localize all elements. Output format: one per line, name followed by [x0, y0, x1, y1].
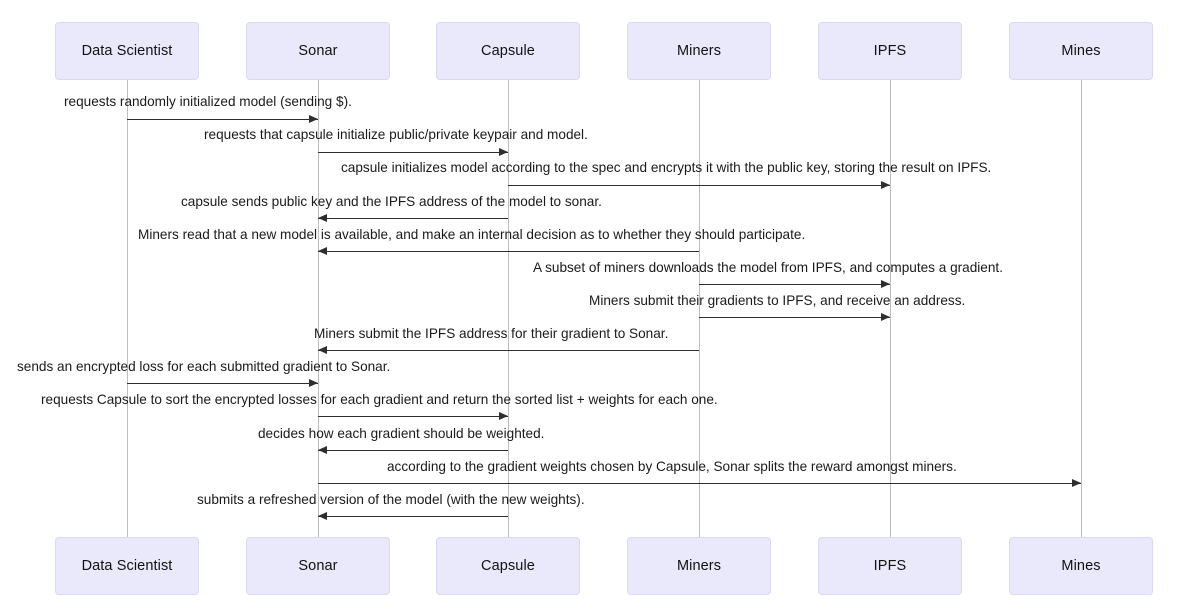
actor-box-bottom-capsule[interactable]: Capsule — [436, 537, 580, 595]
message-label-13: submits a refreshed version of the model… — [197, 492, 585, 507]
message-label-6: A subset of miners downloads the model f… — [533, 260, 1003, 275]
actor-label-data-scientist: Data Scientist — [81, 557, 173, 574]
message-arrowhead-7 — [881, 313, 890, 321]
message-line-10 — [318, 416, 508, 417]
message-line-8 — [318, 350, 699, 351]
message-label-1: requests randomly initialized model (sen… — [64, 94, 352, 109]
message-label-11: decides how each gradient should be weig… — [258, 426, 545, 441]
actor-label-ipfs: IPFS — [873, 557, 907, 574]
message-line-4 — [318, 218, 508, 219]
actor-label-mines: Mines — [1061, 557, 1101, 574]
message-line-1 — [127, 119, 318, 120]
message-label-9: sends an encrypted loss for each submitt… — [17, 359, 391, 374]
message-line-3 — [508, 185, 890, 186]
actor-label-sonar: Sonar — [298, 42, 338, 59]
message-arrowhead-11 — [318, 446, 327, 454]
actor-box-top-ipfs[interactable]: IPFS — [818, 22, 962, 80]
message-line-9 — [127, 383, 318, 384]
message-arrowhead-12 — [1072, 479, 1081, 487]
actor-box-top-miners[interactable]: Miners — [627, 22, 771, 80]
message-arrowhead-5 — [318, 247, 327, 255]
message-label-4: capsule sends public key and the IPFS ad… — [181, 194, 602, 209]
actor-label-mines: Mines — [1061, 42, 1101, 59]
message-label-12: according to the gradient weights chosen… — [387, 459, 957, 474]
message-arrowhead-1 — [309, 115, 318, 123]
actor-box-bottom-ipfs[interactable]: IPFS — [818, 537, 962, 595]
message-line-13 — [318, 516, 508, 517]
actor-label-capsule: Capsule — [481, 557, 535, 574]
message-label-5: Miners read that a new model is availabl… — [138, 227, 806, 242]
actor-label-ipfs: IPFS — [873, 42, 907, 59]
actor-box-bottom-sonar[interactable]: Sonar — [246, 537, 390, 595]
actor-label-miners: Miners — [676, 42, 722, 59]
actor-label-data-scientist: Data Scientist — [81, 42, 173, 59]
actor-box-top-mines[interactable]: Mines — [1009, 22, 1153, 80]
message-arrowhead-13 — [318, 512, 327, 520]
message-arrowhead-9 — [309, 379, 318, 387]
message-line-11 — [318, 450, 508, 451]
message-arrowhead-10 — [499, 412, 508, 420]
message-arrowhead-4 — [318, 214, 327, 222]
actor-box-bottom-miners[interactable]: Miners — [627, 537, 771, 595]
lifeline-mines — [1081, 80, 1082, 537]
message-line-6 — [699, 284, 890, 285]
actor-label-sonar: Sonar — [298, 557, 338, 574]
lifeline-data-scientist — [127, 80, 128, 537]
actor-label-miners: Miners — [676, 557, 722, 574]
message-label-7: Miners submit their gradients to IPFS, a… — [589, 293, 966, 308]
message-label-2: requests that capsule initialize public/… — [204, 127, 588, 142]
actor-box-top-capsule[interactable]: Capsule — [436, 22, 580, 80]
lifeline-sonar — [318, 80, 319, 537]
actor-label-capsule: Capsule — [481, 42, 535, 59]
message-arrowhead-8 — [318, 346, 327, 354]
message-arrowhead-2 — [499, 148, 508, 156]
message-line-12 — [318, 483, 1081, 484]
message-label-10: requests Capsule to sort the encrypted l… — [41, 392, 718, 407]
actor-box-top-sonar[interactable]: Sonar — [246, 22, 390, 80]
actor-box-top-data-scientist[interactable]: Data Scientist — [55, 22, 199, 80]
actor-box-bottom-data-scientist[interactable]: Data Scientist — [55, 537, 199, 595]
sequence-diagram: Data Scientist Sonar Capsule Miners IPFS Mine… — [0, 0, 1200, 610]
message-label-3: capsule initializes model according to t… — [341, 160, 992, 175]
message-label-8: Miners submit the IPFS address for their… — [314, 326, 669, 341]
actor-box-bottom-mines[interactable]: Mines — [1009, 537, 1153, 595]
message-line-5 — [318, 251, 699, 252]
message-arrowhead-6 — [881, 280, 890, 288]
message-line-2 — [318, 152, 508, 153]
message-arrowhead-3 — [881, 181, 890, 189]
message-line-7 — [699, 317, 890, 318]
